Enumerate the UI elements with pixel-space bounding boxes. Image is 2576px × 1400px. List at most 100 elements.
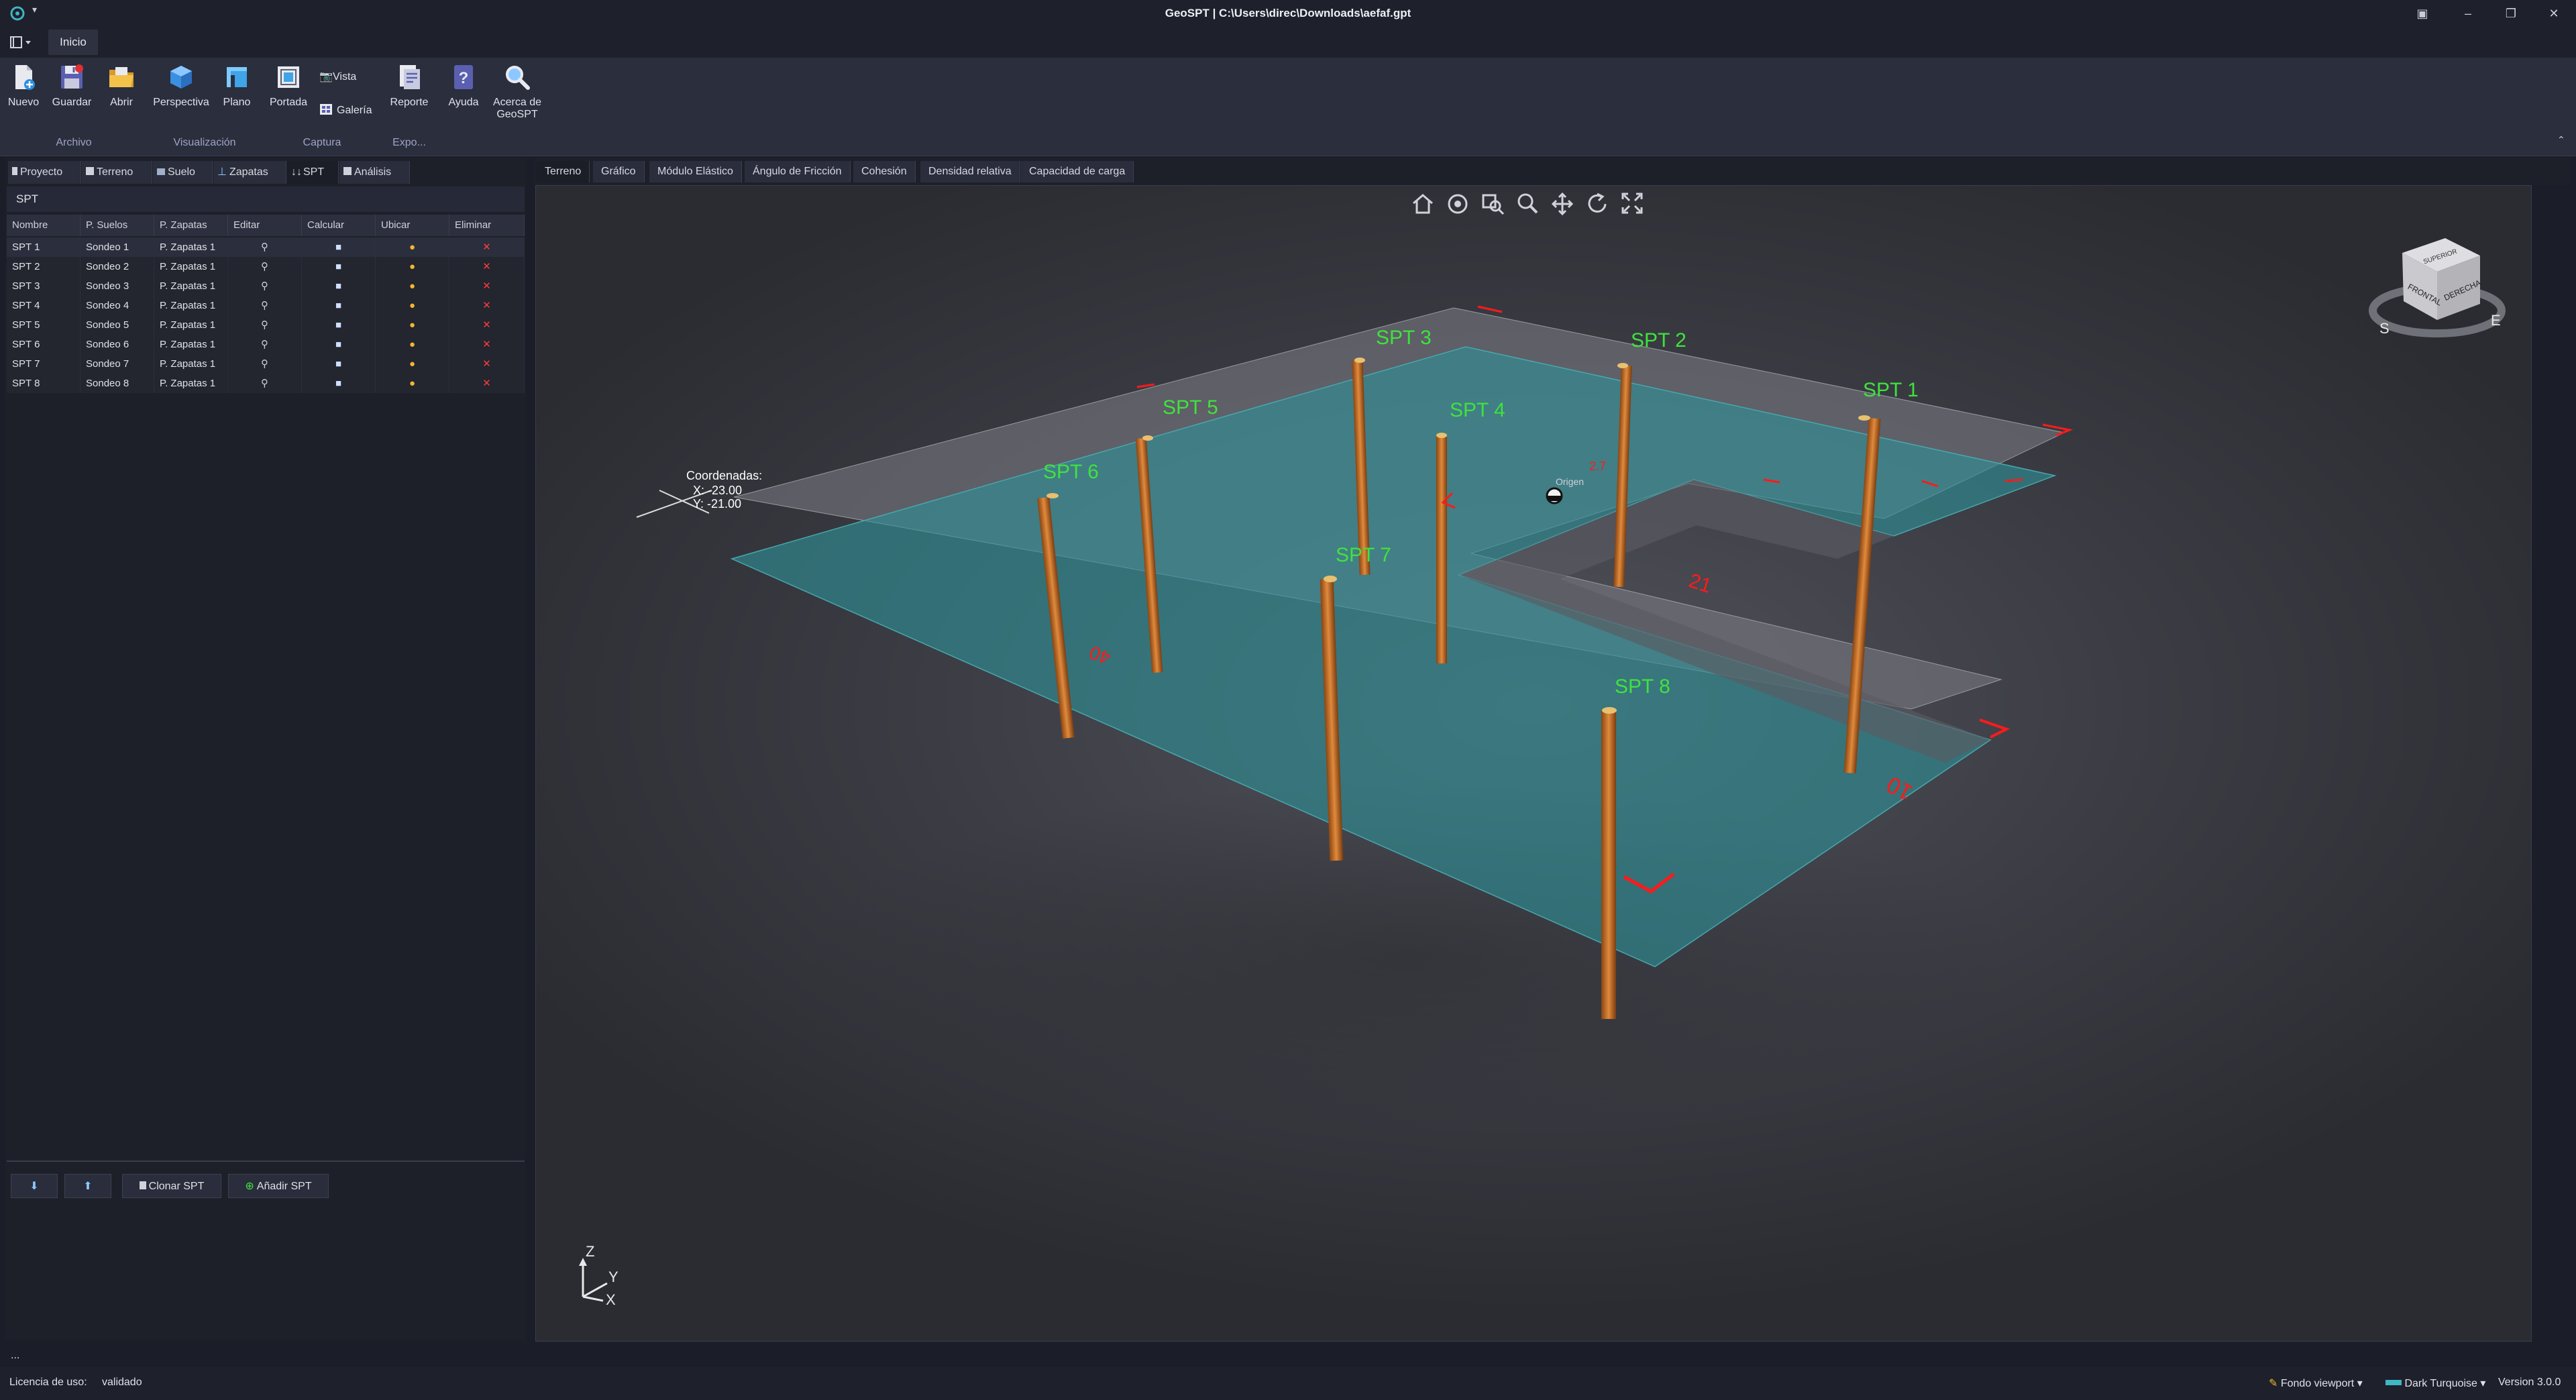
delete-x-icon[interactable]: ✕ [449,315,525,335]
restore-layout-icon[interactable]: ▣ [2402,0,2443,27]
edit-magnifier-icon[interactable]: ⚲ [228,296,302,315]
zoom-icon[interactable] [1517,193,1538,214]
tab-spt[interactable]: ↓↓ SPT [287,161,339,184]
guardar-button[interactable]: Guardar [48,63,95,136]
3d-viewport[interactable]: SPT 3 SPT 2 SPT 1 SPT 5 SPT 4 SPT 6 SPT … [535,185,2532,1342]
table-row[interactable]: SPT 4 Sondeo 4 P. Zapatas 1 ⚲ ■ ● ✕ [7,296,525,315]
plano-label: Plano [223,97,251,108]
locate-pin-icon[interactable]: ● [376,335,449,354]
calculate-square-icon[interactable]: ■ [302,354,376,374]
table-row[interactable]: SPT 5 Sondeo 5 P. Zapatas 1 ⚲ ■ ● ✕ [7,315,525,335]
tab-vp-angulo[interactable]: Ángulo de Fricción [745,161,851,182]
table-row[interactable]: SPT 1 Sondeo 1 P. Zapatas 1 ⚲ ■ ● ✕ [7,237,525,257]
locate-pin-icon[interactable]: ● [376,374,449,393]
delete-x-icon[interactable]: ✕ [449,276,525,296]
calculate-square-icon[interactable]: ■ [302,257,376,276]
col-nombre[interactable]: Nombre [7,215,80,236]
delete-x-icon[interactable]: ✕ [449,257,525,276]
home-view-icon[interactable] [1413,194,1433,214]
table-row[interactable]: SPT 2 Sondeo 2 P. Zapatas 1 ⚲ ■ ● ✕ [7,257,525,276]
edit-magnifier-icon[interactable]: ⚲ [228,354,302,374]
tab-inicio[interactable]: Inicio [48,30,98,55]
edit-magnifier-icon[interactable]: ⚲ [228,257,302,276]
tab-vp-cohesion[interactable]: Cohesión [853,161,916,182]
calculate-square-icon[interactable]: ■ [302,276,376,296]
tab-vp-capacidad[interactable]: Capacidad de carga [1021,161,1134,182]
locate-pin-icon[interactable]: ● [376,276,449,296]
calculate-square-icon[interactable]: ■ [302,315,376,335]
delete-x-icon[interactable]: ✕ [449,296,525,315]
col-ubicar[interactable]: Ubicar [376,215,449,236]
delete-x-icon[interactable]: ✕ [449,335,525,354]
edit-magnifier-icon[interactable]: ⚲ [228,335,302,354]
clonar-spt-button[interactable]: Clonar SPT [122,1174,221,1198]
nuevo-button[interactable]: Nuevo [4,63,43,136]
tab-vp-densidad[interactable]: Densidad relativa [920,161,1020,182]
tab-vp-terreno[interactable]: Terreno [537,161,590,182]
tab-vp-modulo[interactable]: Módulo Elástico [649,161,742,182]
anadir-spt-button[interactable]: ⊕ Añadir SPT [228,1174,329,1198]
delete-x-icon[interactable]: ✕ [449,354,525,374]
zoom-window-icon[interactable] [1482,194,1505,215]
fit-all-icon[interactable] [1621,193,1643,214]
tab-zapatas[interactable]: ⊥ Zapatas [213,161,286,184]
scene-svg[interactable]: SPT 3 SPT 2 SPT 1 SPT 5 SPT 4 SPT 6 SPT … [536,186,2531,1341]
calculate-square-icon[interactable]: ■ [302,374,376,393]
locate-pin-icon[interactable]: ● [376,257,449,276]
tab-analisis[interactable]: Análisis [339,161,410,184]
theme-dropdown[interactable]: Dark Turquoise ▾ [2385,1377,2485,1390]
pile-spt-8[interactable] [1601,707,1617,1019]
locate-pin-icon[interactable]: ● [376,237,449,257]
acerca-button[interactable]: Acerca de GeoSPT [488,63,546,136]
edit-magnifier-icon[interactable]: ⚲ [228,315,302,335]
plano-button[interactable]: Plano [216,63,258,136]
col-suelos[interactable]: P. Suelos [80,215,154,236]
tab-spt-label: SPT [303,166,325,178]
tab-terreno[interactable]: Terreno [82,161,152,184]
locate-pin-icon[interactable]: ● [376,296,449,315]
locate-pin-icon[interactable]: ● [376,315,449,335]
col-editar[interactable]: Editar [228,215,302,236]
abrir-button[interactable]: Abrir [101,63,142,136]
calculate-square-icon[interactable]: ■ [302,296,376,315]
calculate-square-icon[interactable]: ■ [302,237,376,257]
table-row[interactable]: SPT 8 Sondeo 8 P. Zapatas 1 ⚲ ■ ● ✕ [7,374,525,393]
col-calcular[interactable]: Calcular [302,215,376,236]
table-row[interactable]: SPT 6 Sondeo 6 P. Zapatas 1 ⚲ ■ ● ✕ [7,335,525,354]
edit-magnifier-icon[interactable]: ⚲ [228,374,302,393]
reporte-button[interactable]: Reporte [385,63,433,136]
pan-icon[interactable] [1551,192,1574,216]
table-row[interactable]: SPT 7 Sondeo 7 P. Zapatas 1 ⚲ ■ ● ✕ [7,354,525,374]
view-cube[interactable] [2369,238,2506,337]
delete-x-icon[interactable]: ✕ [449,374,525,393]
delete-x-icon[interactable]: ✕ [449,237,525,257]
rotate-icon[interactable] [1588,193,1607,213]
perspectiva-button[interactable]: Perspectiva [149,63,213,136]
minimize-button[interactable]: – [2447,0,2489,27]
orbit-icon[interactable] [1448,194,1468,214]
edit-magnifier-icon[interactable]: ⚲ [228,276,302,296]
galeria-button[interactable]: Galería [319,103,372,121]
borehole-label-spt-1: SPT 1 [1863,379,1919,401]
move-up-button[interactable]: ⬆ [64,1174,111,1198]
ribbon-collapse-icon[interactable]: ⌃ [2557,134,2565,146]
close-button[interactable]: ✕ [2533,0,2575,27]
fondo-viewport-dropdown[interactable]: ✎ Fondo viewport ▾ [2269,1377,2363,1390]
calculate-square-icon[interactable]: ■ [302,335,376,354]
app-menu-icon[interactable] [9,34,32,51]
locate-pin-icon[interactable]: ● [376,354,449,374]
edit-magnifier-icon[interactable]: ⚲ [228,237,302,257]
ayuda-button[interactable]: ? Ayuda [443,63,484,136]
vista-button[interactable]: 📷Vista [319,70,356,87]
tab-vp-grafico[interactable]: Gráfico [593,161,645,182]
table-row[interactable]: SPT 3 Sondeo 3 P. Zapatas 1 ⚲ ■ ● ✕ [7,276,525,296]
move-down-button[interactable]: ⬇ [11,1174,58,1198]
tab-proyecto[interactable]: Proyecto [8,161,81,184]
col-zapatas[interactable]: P. Zapatas [154,215,228,236]
tab-suelo[interactable]: Suelo [153,161,213,184]
col-eliminar[interactable]: Eliminar [449,215,525,236]
cell-zapatas: P. Zapatas 1 [154,276,228,296]
pile-spt-4[interactable] [1436,433,1447,663]
portada-button[interactable]: Portada [266,63,311,136]
maximize-button[interactable]: ❐ [2490,0,2532,27]
